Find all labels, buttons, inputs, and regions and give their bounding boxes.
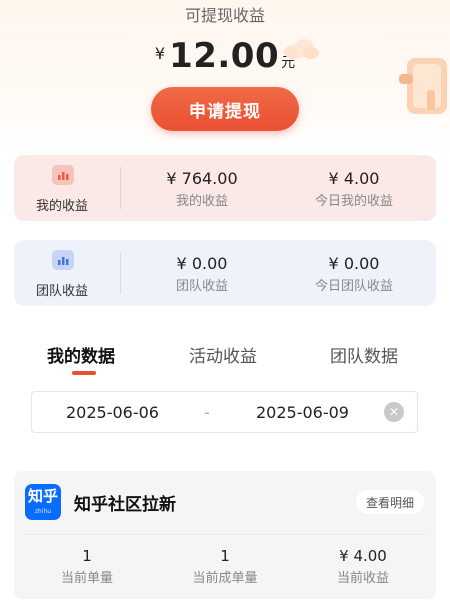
stat-value: 1 (220, 547, 230, 565)
tab-activity-income[interactable]: 活动收益 (189, 342, 257, 367)
apply-withdraw-button[interactable]: 申请提现 (151, 87, 299, 131)
stat-label: 当前单量 (60, 571, 113, 586)
my-income-card: 我的收益 ¥ 764.00 我的收益 ¥ 4.00 今日我的收益 (14, 155, 436, 221)
zhihu-logo: 知乎 zhihu (25, 484, 61, 520)
task-card-zhihu: 知乎 zhihu 知乎社区拉新 查看明细 1 当前单量 1 当前成单量 ¥ 4.… (14, 471, 436, 599)
task-title: 知乎社区拉新 (74, 495, 176, 515)
current-completed-orders: 1 当前成单量 (180, 547, 270, 586)
stat-value: 1 (82, 547, 92, 565)
card-divider (120, 167, 121, 209)
data-tabs: 我的数据 活动收益 团队数据 (0, 342, 450, 382)
my-income-label: 我的收益 (35, 199, 88, 214)
task-divider (25, 534, 425, 535)
stat-value: ¥ 4.00 (339, 547, 387, 565)
amount-value: 12.00 (169, 36, 280, 76)
end-date[interactable]: 2025-06-09 (256, 403, 349, 422)
my-income-summary: 我的收益 (14, 155, 120, 221)
date-separator: - (204, 403, 210, 422)
stat-value: ¥ 0.00 (176, 254, 228, 273)
team-income-summary: 团队收益 (14, 240, 120, 306)
start-date[interactable]: 2025-06-06 (66, 403, 159, 422)
stat-label: 当前收益 (336, 571, 389, 586)
view-details-button[interactable]: 查看明细 (356, 490, 424, 514)
stat-label: 团队收益 (175, 279, 228, 294)
card-divider (120, 252, 121, 294)
tab-team-data[interactable]: 团队数据 (330, 342, 398, 367)
team-income-total: ¥ 0.00 团队收益 (154, 254, 250, 294)
chart-bar-icon (52, 250, 74, 270)
cloud-decoration-icon (284, 39, 319, 59)
logo-subtext: zhihu (34, 508, 52, 515)
chart-bar-icon (52, 165, 74, 185)
date-range-picker: 2025-06-06 - 2025-06-09 ✕ (31, 391, 418, 433)
current-orders: 1 当前单量 (44, 547, 130, 586)
team-income-label: 团队收益 (35, 284, 88, 299)
currency-symbol: ¥ (154, 44, 166, 63)
tab-my-data[interactable]: 我的数据 (47, 342, 115, 367)
my-income-total: ¥ 764.00 我的收益 (154, 169, 250, 209)
my-income-today: ¥ 4.00 今日我的收益 (294, 169, 414, 209)
gift-box-decoration-icon (399, 58, 447, 114)
active-tab-indicator (72, 371, 96, 375)
stat-label: 今日我的收益 (314, 194, 393, 209)
stat-label: 今日团队收益 (314, 279, 393, 294)
withdrawable-income-title: 可提现收益 (184, 6, 265, 25)
team-income-today: ¥ 0.00 今日团队收益 (294, 254, 414, 294)
logo-text: 知乎 (27, 487, 58, 505)
stat-label: 当前成单量 (192, 571, 258, 586)
current-income: ¥ 4.00 当前收益 (318, 547, 408, 586)
stat-value: ¥ 4.00 (328, 169, 380, 188)
withdrawable-amount: ¥12.00 元 (0, 36, 450, 76)
clear-icon[interactable]: ✕ (384, 402, 404, 422)
stat-label: 我的收益 (175, 194, 228, 209)
team-income-card: 团队收益 ¥ 0.00 团队收益 ¥ 0.00 今日团队收益 (14, 240, 436, 306)
stat-value: ¥ 764.00 (166, 169, 238, 188)
stat-value: ¥ 0.00 (328, 254, 380, 273)
